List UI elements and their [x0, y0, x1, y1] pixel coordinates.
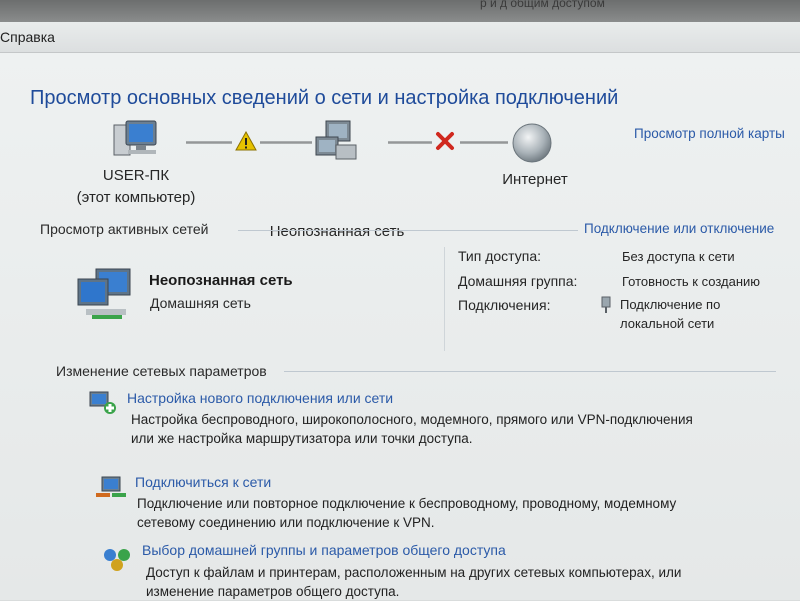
- window-titlebar: р и д общим доступом: [0, 0, 800, 22]
- home-network-icon: [77, 268, 131, 319]
- homegroup-icon: [104, 549, 130, 571]
- homegroup-value-link[interactable]: Готовность к созданию: [622, 274, 760, 289]
- setup-new-connection-link[interactable]: Настройка нового подключения или сети: [127, 390, 393, 406]
- window-title: р и д общим доступом: [480, 0, 605, 10]
- map-link-line: [260, 141, 312, 144]
- node-internet: Интернет: [502, 171, 568, 188]
- warning-icon[interactable]: [235, 131, 257, 151]
- menu-help[interactable]: Справка: [0, 29, 55, 45]
- active-network-name: Неопознанная сеть: [149, 272, 293, 289]
- setup-new-connection-desc: Настройка беспроводного, широкополосного…: [131, 410, 791, 448]
- task-desc-line: или же настройка маршрутизатора или точк…: [131, 431, 473, 446]
- task-desc-line: сетевому соединению или подключение к VP…: [137, 515, 435, 530]
- red-x-icon[interactable]: [434, 131, 456, 151]
- map-link-line: [388, 141, 432, 144]
- homegroup-sharing-desc: Доступ к файлам и принтерам, расположенн…: [146, 563, 800, 601]
- network-icon[interactable]: [314, 119, 360, 163]
- connect-to-network-desc: Подключение или повторное подключение к …: [137, 482, 797, 532]
- menu-bar: Справка: [0, 22, 800, 53]
- computer-icon[interactable]: [112, 119, 160, 161]
- homegroup-sharing-link[interactable]: Выбор домашней группы и параметров общег…: [142, 542, 506, 558]
- task-desc-line: Настройка беспроводного, широкополосного…: [131, 412, 693, 427]
- view-full-map-link[interactable]: Просмотр полной карты: [634, 126, 785, 141]
- connect-network-icon: [96, 476, 126, 497]
- section-divider: [238, 230, 578, 231]
- change-settings-label: Изменение сетевых параметров: [56, 363, 267, 379]
- connections-key: Подключения:: [458, 297, 551, 313]
- task-desc-line: Подключение или повторное подключение к …: [137, 496, 677, 511]
- ethernet-icon: [601, 296, 611, 313]
- connect-disconnect-link[interactable]: Подключение или отключение: [584, 221, 774, 236]
- node-this-computer: USER-ПК: [102, 167, 170, 184]
- active-network-type-link[interactable]: Домашняя сеть: [150, 295, 251, 311]
- access-type-value: Без доступа к сети: [622, 249, 735, 264]
- new-connection-icon: [89, 391, 116, 414]
- node-this-computer-sublabel: (этот компьютер): [76, 189, 196, 206]
- local-connection-link-line2[interactable]: локальной сети: [620, 316, 714, 331]
- active-networks-label: Просмотр активных сетей: [40, 221, 209, 237]
- vertical-divider: [444, 247, 445, 351]
- map-link-line: [186, 141, 232, 144]
- local-connection-link[interactable]: Подключение по: [620, 297, 720, 312]
- task-desc-line: изменение параметров общего доступа.: [146, 584, 400, 599]
- globe-icon[interactable]: [510, 121, 554, 165]
- page-title: Просмотр основных сведений о сети и наст…: [30, 87, 619, 109]
- access-type-key: Тип доступа:: [458, 248, 542, 264]
- section-divider: [284, 371, 776, 372]
- network-center-content: Просмотр основных сведений о сети и наст…: [0, 53, 800, 600]
- node-unknown-network: Неопознанная сеть: [269, 223, 405, 240]
- homegroup-key: Домашняя группа:: [458, 273, 578, 289]
- task-desc-line: Доступ к файлам и принтерам, расположенн…: [146, 565, 682, 580]
- map-link-line: [460, 141, 508, 144]
